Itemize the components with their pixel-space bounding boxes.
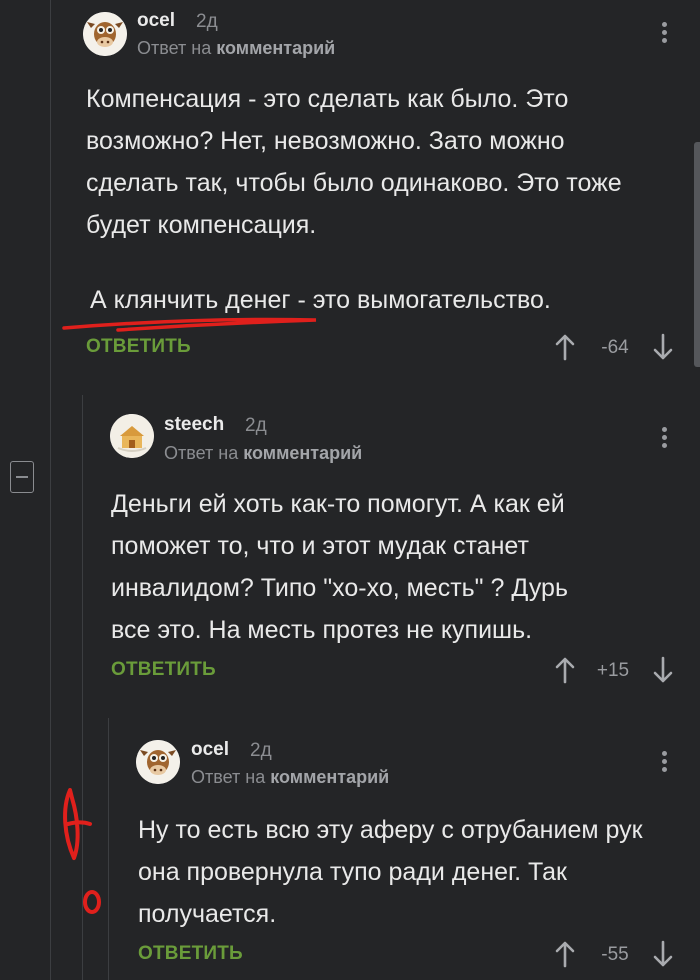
red-handwritten-annotation	[63, 788, 101, 914]
reply-to-info: Ответ на комментарий	[191, 767, 389, 788]
comment-text: Ну то есть всю эту аферу с отрубанием ру…	[138, 816, 643, 928]
reply-target-link[interactable]: комментарий	[270, 767, 389, 787]
avatar[interactable]	[136, 740, 180, 784]
rating-value: -55	[601, 944, 629, 965]
reply-button[interactable]: ОТВЕТИТЬ	[138, 943, 243, 965]
more-menu-icon[interactable]	[661, 751, 669, 777]
vote-up-icon[interactable]	[554, 940, 576, 968]
vote-down-icon[interactable]	[652, 940, 674, 968]
reply-prefix: Ответ на	[191, 767, 266, 787]
username[interactable]: ocel	[191, 739, 229, 761]
cow-avatar-icon	[136, 740, 180, 784]
timestamp: 2д	[250, 740, 272, 761]
